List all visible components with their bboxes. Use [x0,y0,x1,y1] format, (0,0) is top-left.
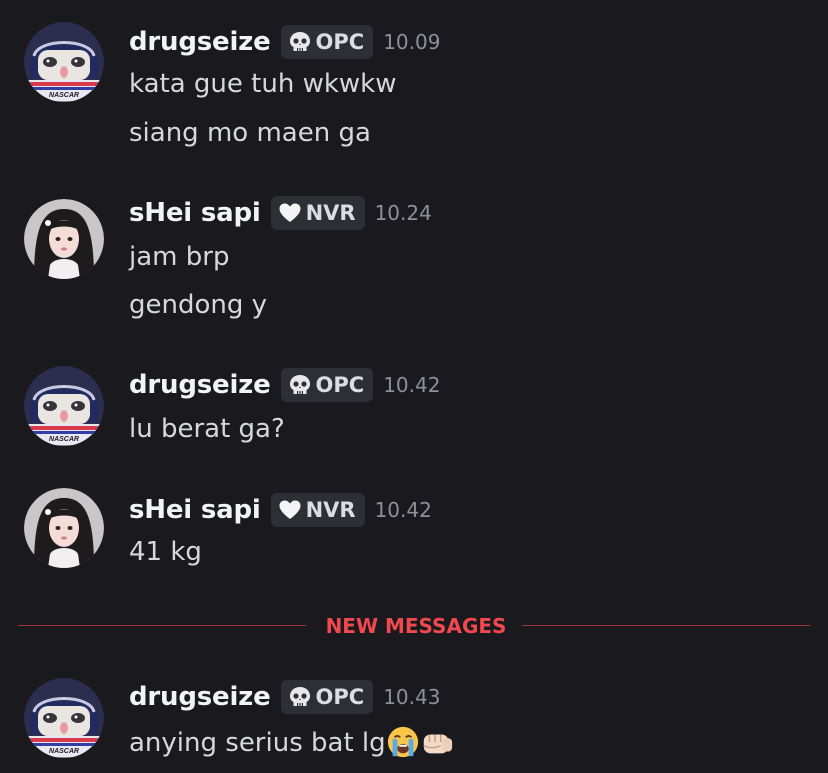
username[interactable]: drugseize [129,682,271,712]
username[interactable]: sHei sapi [129,495,261,525]
message-text: gendong y [129,290,268,320]
timestamp[interactable]: 10.42 [375,498,432,522]
timestamp[interactable]: 10.24 [375,201,432,225]
guild-tag-label: OPC [315,30,365,54]
guild-tag-label: NVR [305,498,356,522]
avatar[interactable] [24,678,104,758]
message-text: lu berat ga? [129,414,285,444]
timestamp[interactable]: 10.42 [383,373,440,397]
username[interactable]: sHei sapi [129,198,261,228]
guild-tag[interactable]: OPC [280,368,374,402]
message-header: drugseize OPC 10.42 [129,365,440,405]
message-header: sHei sapi NVR 10.42 [129,490,432,530]
guild-tag[interactable]: OPC [280,25,374,59]
message-header: drugseize OPC 10.09 [129,22,440,62]
guild-tag[interactable]: NVR [270,493,365,527]
oncoming-fist-icon [423,733,452,753]
skull-icon [289,375,310,394]
message-text: 41 kg [129,537,202,567]
guild-tag-label: OPC [315,685,365,709]
guild-tag-label: NVR [305,201,356,225]
divider-line [522,625,810,626]
message-text-content: anying serius bat lg [129,728,386,758]
guild-tag[interactable]: OPC [280,680,374,714]
divider-line [18,625,306,626]
skull-icon [289,687,310,706]
timestamp[interactable]: 10.09 [383,30,440,54]
message-header: sHei sapi NVR 10.24 [129,193,432,233]
username[interactable]: drugseize [129,27,271,57]
chat-messages: drugseize OPC 10.09 kata gue tuh wkwkw s… [0,0,828,773]
white-heart-icon [279,500,301,519]
avatar[interactable] [24,22,104,102]
username[interactable]: drugseize [129,370,271,400]
guild-tag[interactable]: NVR [270,196,365,230]
message-text: jam brp [129,242,230,272]
guild-tag-label: OPC [315,373,365,397]
message-text: siang mo maen ga [129,118,371,148]
message-text: kata gue tuh wkwkw [129,69,397,99]
new-messages-label: NEW MESSAGES [325,614,507,638]
avatar[interactable] [24,366,104,446]
timestamp[interactable]: 10.43 [383,685,440,709]
avatar[interactable] [24,488,104,568]
skull-icon [289,32,310,51]
message-header: drugseize OPC 10.43 [129,677,440,717]
white-heart-icon [279,203,301,222]
loudly-crying-face-icon [387,726,418,757]
avatar[interactable] [24,199,104,279]
message-text: anying serius bat lg [129,726,454,760]
new-messages-divider: NEW MESSAGES [18,612,810,640]
